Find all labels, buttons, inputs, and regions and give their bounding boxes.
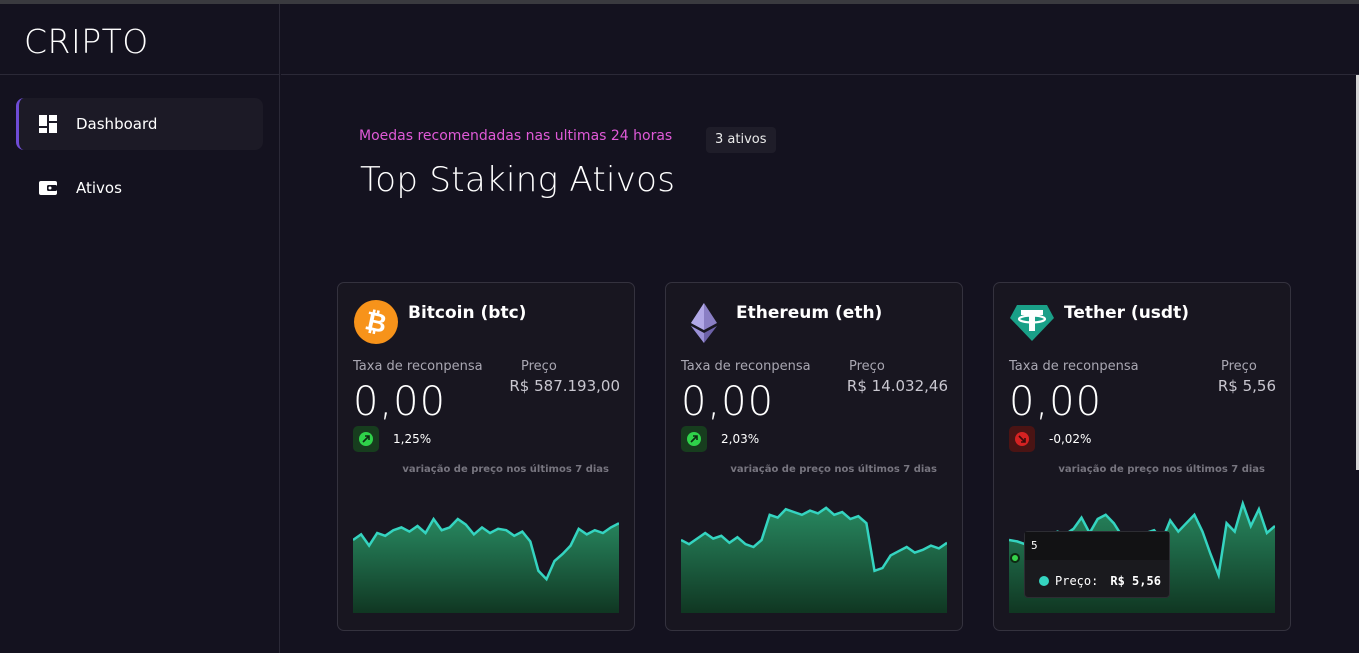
sidebar-item-label: Dashboard [76,115,158,133]
chart-tooltip: 5 Preço: R$ 5,56 [1024,531,1170,598]
price-sparkline [681,506,947,613]
sidebar-item-ativos[interactable]: Ativos [16,162,263,214]
asset-card-ethereum[interactable]: Ethereum (eth) Taxa de reconpensa Preço … [665,282,963,631]
chart-caption: variação de preço nos últimos 7 dias [402,464,609,475]
asset-name: Tether (usdt) [1064,303,1189,323]
chart-caption: variação de preço nos últimos 7 dias [730,464,937,475]
sidebar-item-dashboard[interactable]: Dashboard [16,98,263,150]
assets-count-badge: 3 ativos [706,127,776,153]
price-value: R$ 5,56 [1217,377,1276,395]
series-dot-icon [1039,576,1049,586]
ethereum-icon [681,299,727,345]
reward-label: Taxa de reconpensa [1009,359,1139,374]
wallet-icon [38,178,58,198]
tether-icon [1009,299,1055,345]
asset-card-bitcoin[interactable]: ₿ Bitcoin (btc) Taxa de reconpensa Preço… [337,282,635,631]
price-label: Preço [1221,359,1257,374]
price-change: -0,02% [1049,432,1092,446]
hover-marker [1010,553,1020,563]
reward-label: Taxa de reconpensa [681,359,811,374]
price-value: R$ 587.193,00 [509,377,620,395]
price-change: 2,03% [721,432,760,446]
asset-name: Bitcoin (btc) [408,303,527,323]
top-bar [281,4,1359,75]
tooltip-label: Preço: [1055,574,1099,588]
trend-up-icon [681,426,707,452]
brand-logo: CRIPTO [0,4,279,75]
price-label: Preço [849,359,885,374]
page-title: Top Staking Ativos [360,160,676,200]
trend-up-icon [353,426,379,452]
chart-caption: variação de preço nos últimos 7 dias [1058,464,1265,475]
section-subtitle: Moedas recomendadas nas ultimas 24 horas [359,128,673,144]
price-sparkline [353,516,619,613]
sparkline-area [353,519,619,613]
sidebar-item-label: Ativos [76,179,122,197]
dashboard-icon [38,114,58,134]
reward-value: 0,00 [681,379,775,425]
tooltip-value: R$ 5,56 [1110,574,1161,588]
reward-label: Taxa de reconpensa [353,359,483,374]
tooltip-row: Preço: R$ 5,56 [1039,574,1161,588]
sparkline-area [681,507,947,613]
trend-down-icon [1009,426,1035,452]
reward-value: 0,00 [353,379,447,425]
price-label: Preço [521,359,557,374]
price-value: R$ 14.032,46 [846,377,948,395]
price-change: 1,25% [393,432,432,446]
reward-value: 0,00 [1009,379,1103,425]
asset-card-tether[interactable]: Tether (usdt) Taxa de reconpensa Preço R… [993,282,1291,631]
bitcoin-icon: ₿ [353,299,399,345]
sidebar: CRIPTO Dashboard Ativos [0,4,280,653]
tooltip-index: 5 [1025,532,1169,560]
asset-name: Ethereum (eth) [736,303,883,323]
